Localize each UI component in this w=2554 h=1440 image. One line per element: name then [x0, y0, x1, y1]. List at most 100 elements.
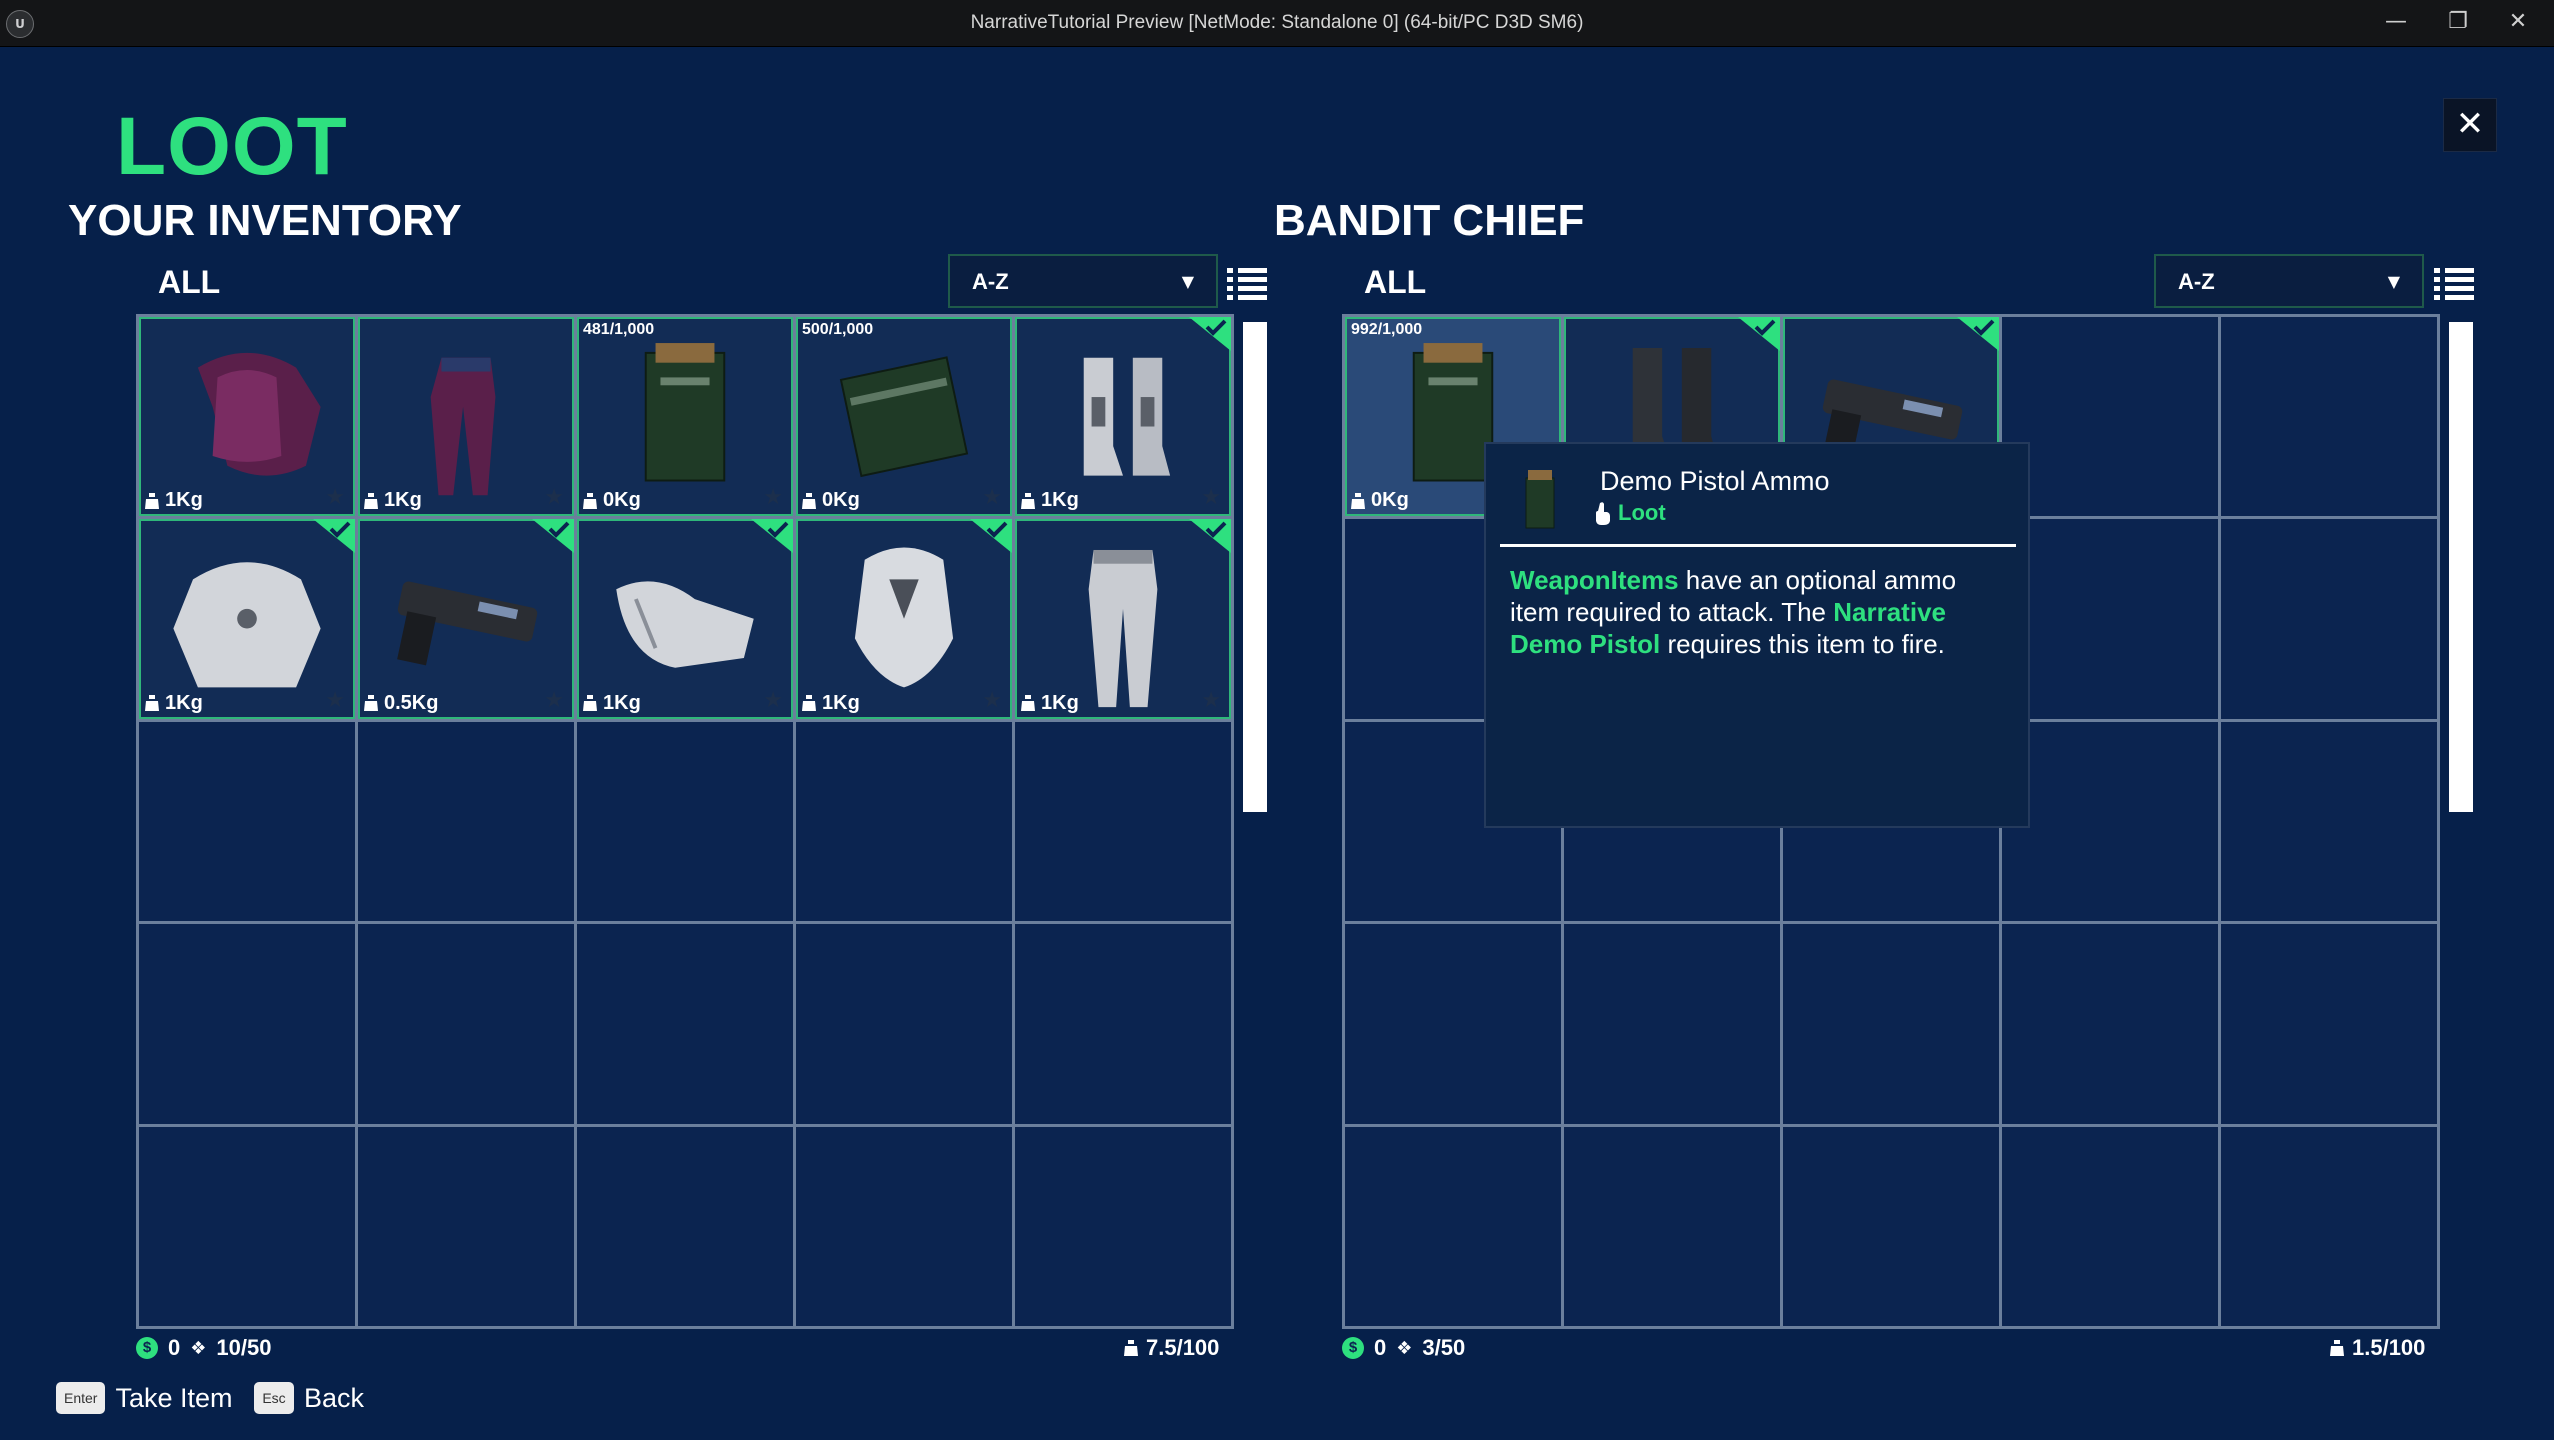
list-view-icon[interactable] [1227, 268, 1267, 300]
favorite-star-icon[interactable]: ★ [982, 485, 1002, 510]
empty-slot[interactable] [2221, 519, 2437, 719]
favorite-star-icon[interactable]: ★ [763, 688, 783, 713]
list-view-icon[interactable] [2434, 268, 2474, 300]
chevron-down-icon: ▼ [2387, 272, 2400, 291]
empty-slot[interactable] [1564, 1126, 1780, 1326]
hand-icon [1596, 502, 1610, 525]
item-weight-value: 0Kg [603, 489, 641, 512]
empty-slot[interactable] [577, 721, 793, 922]
back-label: Back [304, 1382, 365, 1413]
tooltip-description: WeaponItems have an optional ammo item r… [1510, 564, 2010, 660]
inventory-currency: 0 [168, 1335, 181, 1360]
empty-slot[interactable] [796, 1126, 1012, 1326]
empty-slot[interactable] [2002, 1126, 2218, 1326]
inventory-sort-select[interactable]: A-Z ▼ [948, 254, 1218, 308]
container-filter-tab[interactable]: ALL [1364, 264, 1426, 301]
item-slot[interactable]: 1Kg ★ [577, 519, 793, 719]
empty-slot[interactable] [2002, 924, 2218, 1124]
empty-slot[interactable] [577, 1126, 793, 1326]
item-slot[interactable]: 1Kg ★ [139, 519, 355, 719]
empty-slot[interactable] [2221, 924, 2437, 1124]
equipped-check-icon [1189, 317, 1231, 351]
container-sort-select[interactable]: A-Z ▼ [2154, 254, 2424, 308]
esc-key-icon: Esc [254, 1382, 294, 1414]
close-loot-button[interactable]: ✕ [2443, 98, 2497, 152]
item-weight: 1Kg [583, 692, 641, 715]
item-weight: 1Kg [1021, 692, 1079, 715]
tooltip-type-label: Loot [1618, 500, 1666, 525]
favorite-star-icon[interactable]: ★ [325, 688, 345, 713]
item-slot[interactable]: 1Kg ★ [139, 317, 355, 517]
favorite-star-icon[interactable]: ★ [325, 485, 345, 510]
empty-slot[interactable] [1783, 924, 1999, 1124]
empty-slot[interactable] [1345, 1126, 1561, 1326]
weight-icon [1021, 695, 1035, 712]
inventory-title: YOUR INVENTORY [68, 196, 462, 245]
empty-slot[interactable] [139, 1126, 355, 1326]
empty-slot[interactable] [1015, 721, 1231, 922]
take-item-hint[interactable]: Enter Take Item [56, 1382, 233, 1414]
minimize-button[interactable]: — [2372, 4, 2420, 40]
item-weight-value: 1Kg [1041, 489, 1079, 512]
container-scrollbar[interactable] [2449, 322, 2473, 812]
empty-slot[interactable] [2221, 721, 2437, 922]
favorite-star-icon[interactable]: ★ [544, 688, 564, 713]
equipped-check-icon [1738, 317, 1780, 351]
slots-icon: ❖ [190, 1337, 207, 1359]
item-slot[interactable]: 1Kg ★ [796, 519, 1012, 719]
empty-slot[interactable] [796, 924, 1012, 1124]
item-slot[interactable]: 0.5Kg ★ [358, 519, 574, 719]
empty-slot[interactable] [358, 924, 574, 1124]
empty-slot[interactable] [577, 924, 793, 1124]
empty-slot[interactable] [358, 721, 574, 922]
empty-slot[interactable] [796, 721, 1012, 922]
empty-slot[interactable] [2221, 317, 2437, 517]
rifle-ammo-box-icon [839, 356, 969, 478]
item-slot[interactable]: 1Kg ★ [1015, 519, 1231, 719]
item-slot[interactable]: 500/1,000 0Kg ★ [796, 317, 1012, 517]
window-titlebar: U NarrativeTutorial Preview [NetMode: St… [0, 0, 2554, 47]
item-slot[interactable]: 1Kg ★ [358, 317, 574, 517]
empty-slot[interactable] [2002, 317, 2218, 517]
inventory-filter-tab[interactable]: ALL [158, 264, 220, 301]
purple-leg-armor-icon [430, 357, 496, 496]
item-weight-value: 1Kg [384, 489, 422, 512]
favorite-star-icon[interactable]: ★ [544, 485, 564, 510]
empty-slot[interactable] [139, 721, 355, 922]
empty-slot[interactable] [358, 1126, 574, 1326]
weight-icon [2330, 1340, 2344, 1356]
item-weight-value: 0Kg [1371, 489, 1409, 512]
empty-slot[interactable] [1015, 1126, 1231, 1326]
empty-slot[interactable] [2002, 721, 2218, 922]
inventory-weight-value: 7.5/100 [1146, 1335, 1220, 1360]
empty-slot[interactable] [1345, 924, 1561, 1124]
empty-slot[interactable] [1015, 924, 1231, 1124]
equipped-check-icon [1957, 317, 1999, 351]
back-hint[interactable]: Esc Back [254, 1382, 364, 1414]
favorite-star-icon[interactable]: ★ [1201, 485, 1221, 510]
item-weight-value: 0Kg [822, 489, 860, 512]
item-slot[interactable]: 1Kg ★ [1015, 317, 1231, 517]
favorite-star-icon[interactable]: ★ [982, 688, 1002, 713]
window-close-button[interactable]: ✕ [2494, 4, 2542, 40]
restore-button[interactable]: ❐ [2434, 4, 2482, 40]
inventory-scrollbar[interactable] [1243, 322, 1267, 812]
empty-slot[interactable] [1783, 1126, 1999, 1326]
window-title: NarrativeTutorial Preview [NetMode: Stan… [970, 12, 1584, 33]
enter-key-icon: Enter [56, 1382, 106, 1414]
weight-icon [145, 695, 159, 712]
inventory-stats: $ 0 ❖ 10/50 [136, 1335, 271, 1361]
empty-slot[interactable] [139, 924, 355, 1124]
empty-slot[interactable] [2221, 1126, 2437, 1326]
item-weight: 0Kg [1351, 489, 1409, 512]
favorite-star-icon[interactable]: ★ [1201, 688, 1221, 713]
purple-chest-armor-icon [197, 352, 321, 476]
item-slot[interactable]: 481/1,000 0Kg ★ [577, 317, 793, 517]
empty-slot[interactable] [1564, 924, 1780, 1124]
empty-slot[interactable] [2002, 519, 2218, 719]
weight-icon [364, 492, 378, 509]
container-currency: 0 [1374, 1335, 1387, 1360]
favorite-star-icon[interactable]: ★ [763, 485, 783, 510]
item-weight-value: 1Kg [165, 489, 203, 512]
item-stack-count: 500/1,000 [802, 321, 874, 338]
